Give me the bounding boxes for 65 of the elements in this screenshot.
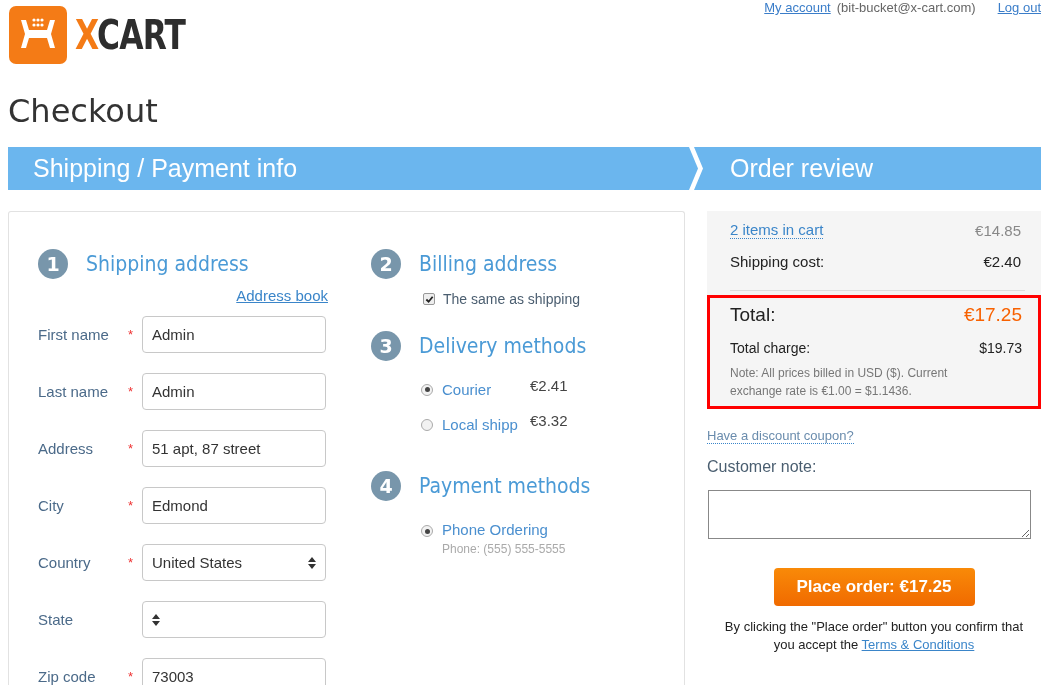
text-field[interactable]: Edmond	[142, 487, 326, 524]
checkbox-label: The same as shipping	[443, 291, 580, 307]
section-title: Billing address	[419, 252, 558, 276]
payment-note: Phone: (555) 555-5555	[442, 542, 566, 556]
address-book-link[interactable]: Address book	[236, 287, 328, 304]
delivery-option-label: Local shipp	[442, 416, 519, 433]
logo-text: XCART	[75, 11, 185, 59]
select-field[interactable]: United States	[142, 544, 326, 581]
shipping-cost-label: Shipping cost:	[730, 253, 825, 270]
select-arrows-icon	[308, 556, 316, 569]
field-label: State	[38, 611, 75, 628]
payment-option-label: Phone Ordering	[442, 521, 549, 538]
field-label: Address	[38, 440, 95, 457]
field-label: Country	[38, 554, 92, 571]
required-mark: *	[128, 384, 134, 399]
account-email: (bit-bucket@x-cart.com)	[836, 0, 976, 15]
checkbox[interactable]	[423, 293, 435, 305]
step-number: 2	[371, 249, 401, 279]
delivery-option-label: Courier	[442, 381, 493, 398]
section-title: Payment methods	[419, 474, 591, 498]
header-link[interactable]: My account	[764, 0, 831, 15]
step-number: 1	[38, 249, 68, 279]
field-label: First name	[38, 326, 110, 343]
delivery-price: €2.41	[530, 377, 568, 394]
cart-logo-icon	[9, 6, 67, 64]
customer-note-field[interactable]	[708, 490, 1031, 539]
items-in-cart-link[interactable]: 2 items in cart	[730, 221, 824, 239]
total-charge-value: $19.73	[979, 340, 1022, 356]
shipping-cost-value: €2.40	[983, 253, 1021, 270]
delivery-price: €3.32	[530, 412, 568, 429]
section-title: Shipping address	[86, 252, 249, 276]
step-number: 3	[371, 331, 401, 361]
items-total: €14.85	[975, 221, 1021, 239]
field-label: City	[38, 497, 65, 514]
radio-button[interactable]	[421, 383, 433, 396]
radio-button[interactable]	[421, 418, 433, 431]
total-charge-label: Total charge:	[730, 340, 811, 356]
text-field[interactable]: 73003	[142, 658, 326, 685]
text-field[interactable]: Admin	[142, 373, 326, 410]
exchange-note: Note: All prices billed in USD ($). Current exchange rate is €1.00 = $1.1436.	[730, 365, 949, 400]
step-number: 4	[371, 471, 401, 501]
customer-note-label: Customer note:	[707, 458, 818, 476]
total-label: Total:	[730, 304, 776, 326]
header-link[interactable]: Log out	[997, 0, 1041, 15]
section-title: Delivery methods	[419, 334, 587, 358]
terms-text: By clicking the "Place order" button you confirm that you accept the Terms & Conditions	[723, 618, 1025, 654]
text-field[interactable]: 51 apt, 87 street	[142, 430, 326, 467]
required-mark: *	[128, 327, 134, 342]
terms-link[interactable]: Terms & Conditions	[861, 637, 975, 652]
place-order-button[interactable]: Place order: €17.25	[773, 568, 975, 606]
discount-coupon-link[interactable]: Have a discount coupon?	[707, 428, 854, 444]
field-label: Zip code	[38, 668, 97, 685]
select-field[interactable]	[142, 601, 326, 638]
text-field[interactable]: Admin	[142, 316, 326, 353]
step-label: Shipping / Payment info	[33, 154, 298, 183]
required-mark: *	[128, 441, 134, 456]
required-mark: *	[128, 669, 134, 684]
required-mark: *	[128, 555, 134, 570]
select-arrows-icon	[152, 613, 160, 626]
radio-button[interactable]	[421, 525, 433, 537]
step-label: Order review	[730, 154, 874, 183]
field-label: Last name	[38, 383, 110, 400]
page-title: Checkout	[8, 92, 159, 132]
required-mark: *	[128, 498, 134, 513]
total-value: €17.25	[963, 304, 1022, 326]
